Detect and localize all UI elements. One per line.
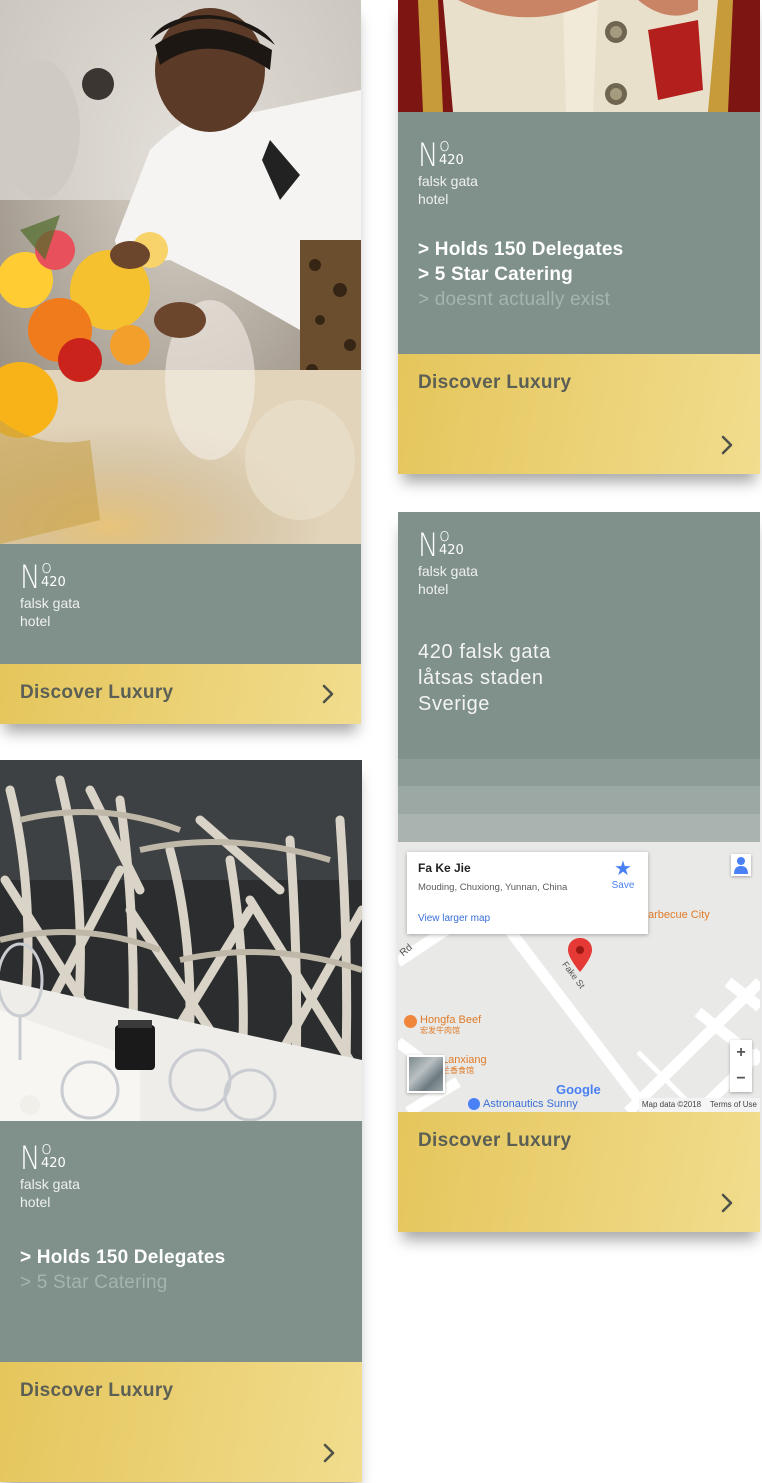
logo-number: 420 [40, 1156, 66, 1171]
poi-lanxiang[interactable]: Lanxiang 兰香食馆 [442, 1054, 487, 1076]
feature-item: > Holds 150 Delegates [20, 1247, 226, 1268]
poi-hongfa[interactable]: Hongfa Beef 宏发牛肉馆 [404, 1014, 481, 1036]
logo-tagline-2: hotel [418, 581, 449, 597]
view-larger-map-link[interactable]: View larger map [418, 913, 490, 924]
logo-n: N [20, 1139, 41, 1177]
street-view-pegman-icon[interactable] [731, 854, 751, 876]
google-map[interactable]: Fa Ke Jie Mouding, Chuxiong, Yunnan, Chi… [398, 842, 760, 1112]
card-4-info-panel: No 420 falsk gata hotel 420 falsk gata lå… [398, 512, 760, 842]
map-attribution: Map data ©2018 Terms of Use [638, 1098, 760, 1112]
logo-tagline-2: hotel [418, 191, 449, 207]
save-place-button[interactable]: ★ Save [607, 858, 639, 891]
poi-label: Lanxiang [442, 1054, 487, 1066]
map-pin-icon[interactable] [568, 938, 592, 972]
place-info-window: Fa Ke Jie Mouding, Chuxiong, Yunnan, Chi… [407, 852, 648, 934]
poi-label-cn: 宏发牛肉馆 [420, 1026, 460, 1035]
discover-luxury-button[interactable]: Discover Luxury [398, 1112, 760, 1232]
cta-label: Discover Luxury [418, 372, 572, 393]
hands-heart-shape-photo [398, 0, 760, 112]
place-title: Fa Ke Jie [418, 861, 471, 875]
logo-n: N [418, 136, 439, 174]
hotel-logo: No 420 falsk gata hotel [20, 557, 80, 630]
cta-label: Discover Luxury [20, 1380, 174, 1401]
logo-tagline-1: falsk gata [20, 595, 80, 611]
hotel-card-1: No 420 falsk gata hotel Discover Luxury [0, 0, 361, 724]
logo-number: 420 [438, 543, 464, 558]
star-icon: ★ [614, 858, 632, 880]
logo-number: 420 [438, 153, 464, 168]
hotel-logo: No 420 falsk gata hotel [418, 525, 478, 598]
fade-band [398, 814, 760, 842]
logo-tagline-1: falsk gata [418, 173, 478, 189]
logo-tagline-1: falsk gata [20, 1176, 80, 1192]
zoom-in-button[interactable]: + [730, 1040, 752, 1066]
chevron-right-icon [323, 1443, 335, 1463]
hotel-card-4: No 420 falsk gata hotel 420 falsk gata lå… [398, 512, 760, 1232]
logo-o: o [438, 135, 450, 156]
discover-luxury-button[interactable]: Discover Luxury [0, 1362, 362, 1482]
google-logo: Google [556, 1082, 601, 1097]
place-address: Mouding, Chuxiong, Yunnan, China [418, 882, 568, 893]
chevron-right-icon [721, 1193, 733, 1213]
chevron-right-icon [322, 684, 334, 704]
discover-luxury-button[interactable]: Discover Luxury [0, 664, 361, 724]
poi-label: Hongfa Beef [420, 1014, 482, 1026]
poi-astronautics[interactable]: Astronautics Sunny [468, 1098, 578, 1110]
logo-o: o [40, 557, 52, 578]
logo-n: N [20, 558, 41, 596]
feature-item: > 5 Star Catering [20, 1272, 168, 1293]
cta-label: Discover Luxury [20, 682, 174, 703]
poi-label-cn: 兰香食馆 [442, 1066, 474, 1075]
poi-icon [468, 1098, 480, 1110]
logo-n: N [418, 526, 439, 564]
poi-label: Astronautics Sunny [483, 1098, 578, 1110]
feature-item: > 5 Star Catering [418, 264, 573, 285]
hotel-card-3: No 420 falsk gata hotel > Holds 150 Deleg… [0, 760, 362, 1482]
logo-tagline-2: hotel [20, 1194, 51, 1210]
hotel-logo: No 420 falsk gata hotel [418, 135, 478, 208]
zoom-out-button[interactable]: − [730, 1066, 752, 1092]
map-label-barbecue: arbecue City [648, 909, 710, 921]
logo-tagline-2: hotel [20, 613, 51, 629]
card-2-info-panel: No 420 falsk gata hotel > Holds 150 Deleg… [398, 112, 760, 354]
logo-tagline-1: falsk gata [418, 563, 478, 579]
map-data-text: Map data ©2018 [641, 1100, 702, 1109]
address-line: Sverige [418, 693, 491, 715]
wooden-chairs-dining-photo [0, 760, 362, 1121]
discover-luxury-button[interactable]: Discover Luxury [398, 354, 760, 474]
card-3-info-panel: No 420 falsk gata hotel > Holds 150 Deleg… [0, 1121, 362, 1362]
logo-number: 420 [40, 575, 66, 590]
feature-item: > doesnt actually exist [418, 289, 611, 310]
zoom-control: + − [730, 1040, 752, 1092]
hotel-address: 420 falsk gata låtsas staden Sverige [418, 639, 551, 717]
feature-list: > Holds 150 Delegates > 5 Star Catering … [418, 237, 623, 312]
restaurant-icon [404, 1015, 417, 1028]
address-line: 420 falsk gata [418, 641, 551, 663]
feature-list: > Holds 150 Delegates > 5 Star Catering [20, 1245, 225, 1295]
terms-link[interactable]: Terms of Use [710, 1100, 757, 1109]
fade-band [398, 786, 760, 814]
save-label: Save [611, 880, 635, 891]
cta-label: Discover Luxury [418, 1130, 572, 1151]
logo-o: o [438, 525, 450, 546]
hotel-card-2: No 420 falsk gata hotel > Holds 150 Deleg… [398, 0, 760, 474]
fade-band [398, 759, 760, 786]
card-1-info-panel: No 420 falsk gata hotel [0, 544, 361, 664]
feature-item: > Holds 150 Delegates [418, 239, 624, 260]
satellite-toggle[interactable] [407, 1055, 445, 1093]
logo-o: o [40, 1138, 52, 1159]
waiter-setting-table-photo [0, 0, 361, 544]
hotel-logo: No 420 falsk gata hotel [20, 1138, 80, 1211]
chevron-right-icon [721, 435, 733, 455]
address-line: låtsas staden [418, 667, 544, 689]
